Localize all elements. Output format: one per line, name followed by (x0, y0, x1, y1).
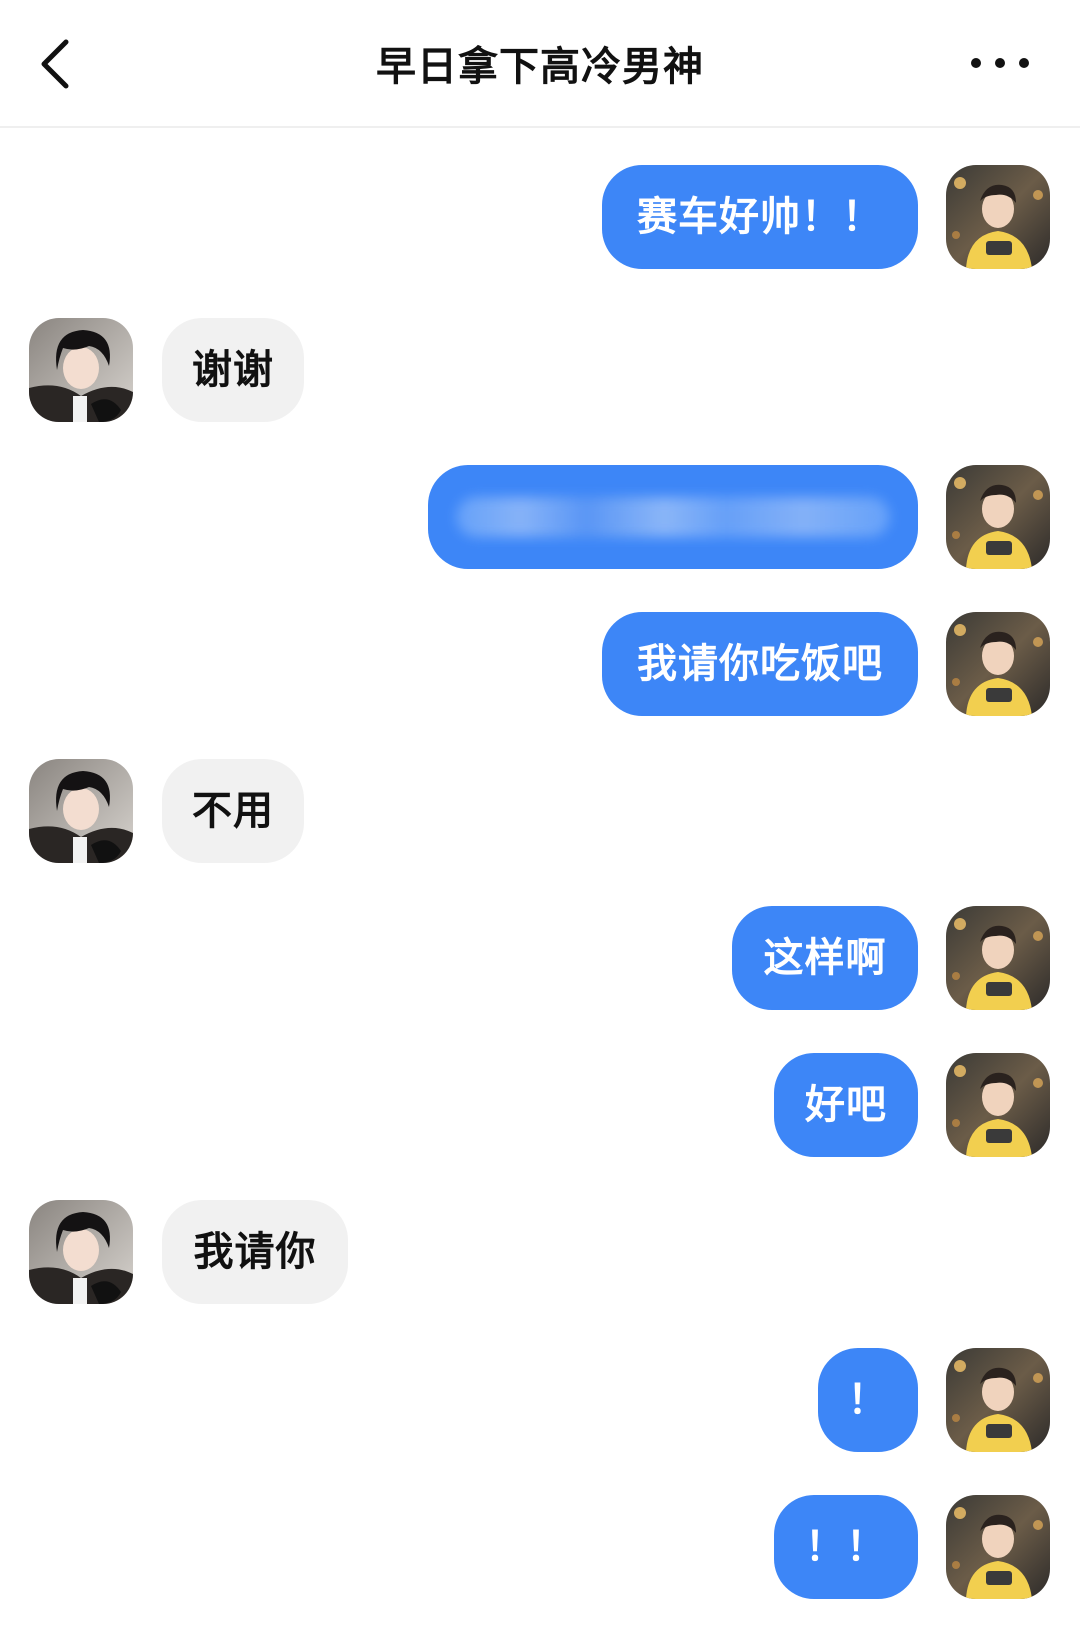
their-message-bubble[interactable]: 我请你 (162, 1200, 348, 1304)
my-avatar[interactable] (946, 165, 1050, 269)
message-row: 不用 (0, 759, 1080, 863)
contact-avatar[interactable] (29, 318, 133, 422)
my-message-bubble[interactable]: 好吧 (774, 1053, 918, 1157)
message-row: ！！ (0, 1495, 1080, 1599)
my-avatar[interactable] (946, 1495, 1050, 1599)
message-row: 谢谢 (0, 318, 1080, 422)
message-row: 我请你吃饭吧 (0, 612, 1080, 716)
my-avatar[interactable] (946, 1053, 1050, 1157)
my-message-bubble[interactable]: 这样啊 (732, 906, 918, 1010)
blurred-text (456, 497, 890, 537)
message-row (0, 465, 1080, 569)
message-row: 我请你 (0, 1200, 1080, 1304)
my-avatar[interactable] (946, 1348, 1050, 1452)
message-row: 这样啊 (0, 906, 1080, 1010)
their-message-bubble[interactable]: 谢谢 (162, 318, 304, 422)
chat-title: 早日拿下高冷男神 (376, 44, 704, 90)
my-avatar[interactable] (946, 465, 1050, 569)
chat-header: 早日拿下高冷男神 (0, 0, 1080, 128)
my-message-bubble[interactable]: 赛车好帅！！ (602, 165, 918, 269)
message-row: 赛车好帅！！ (0, 165, 1080, 269)
more-button[interactable] (960, 40, 1040, 90)
my-message-bubble[interactable]: 我请你吃饭吧 (602, 612, 918, 716)
contact-avatar[interactable] (29, 759, 133, 863)
more-horizontal-icon (971, 58, 1029, 68)
my-message-bubble[interactable]: ！！ (774, 1495, 918, 1599)
redacted-message-bubble[interactable] (428, 465, 918, 569)
their-message-bubble[interactable]: 不用 (162, 759, 304, 863)
my-message-bubble[interactable]: ！ (818, 1348, 918, 1452)
message-row: ！ (0, 1348, 1080, 1452)
my-avatar[interactable] (946, 612, 1050, 716)
message-row: 好吧 (0, 1053, 1080, 1157)
contact-avatar[interactable] (29, 1200, 133, 1304)
my-avatar[interactable] (946, 906, 1050, 1010)
